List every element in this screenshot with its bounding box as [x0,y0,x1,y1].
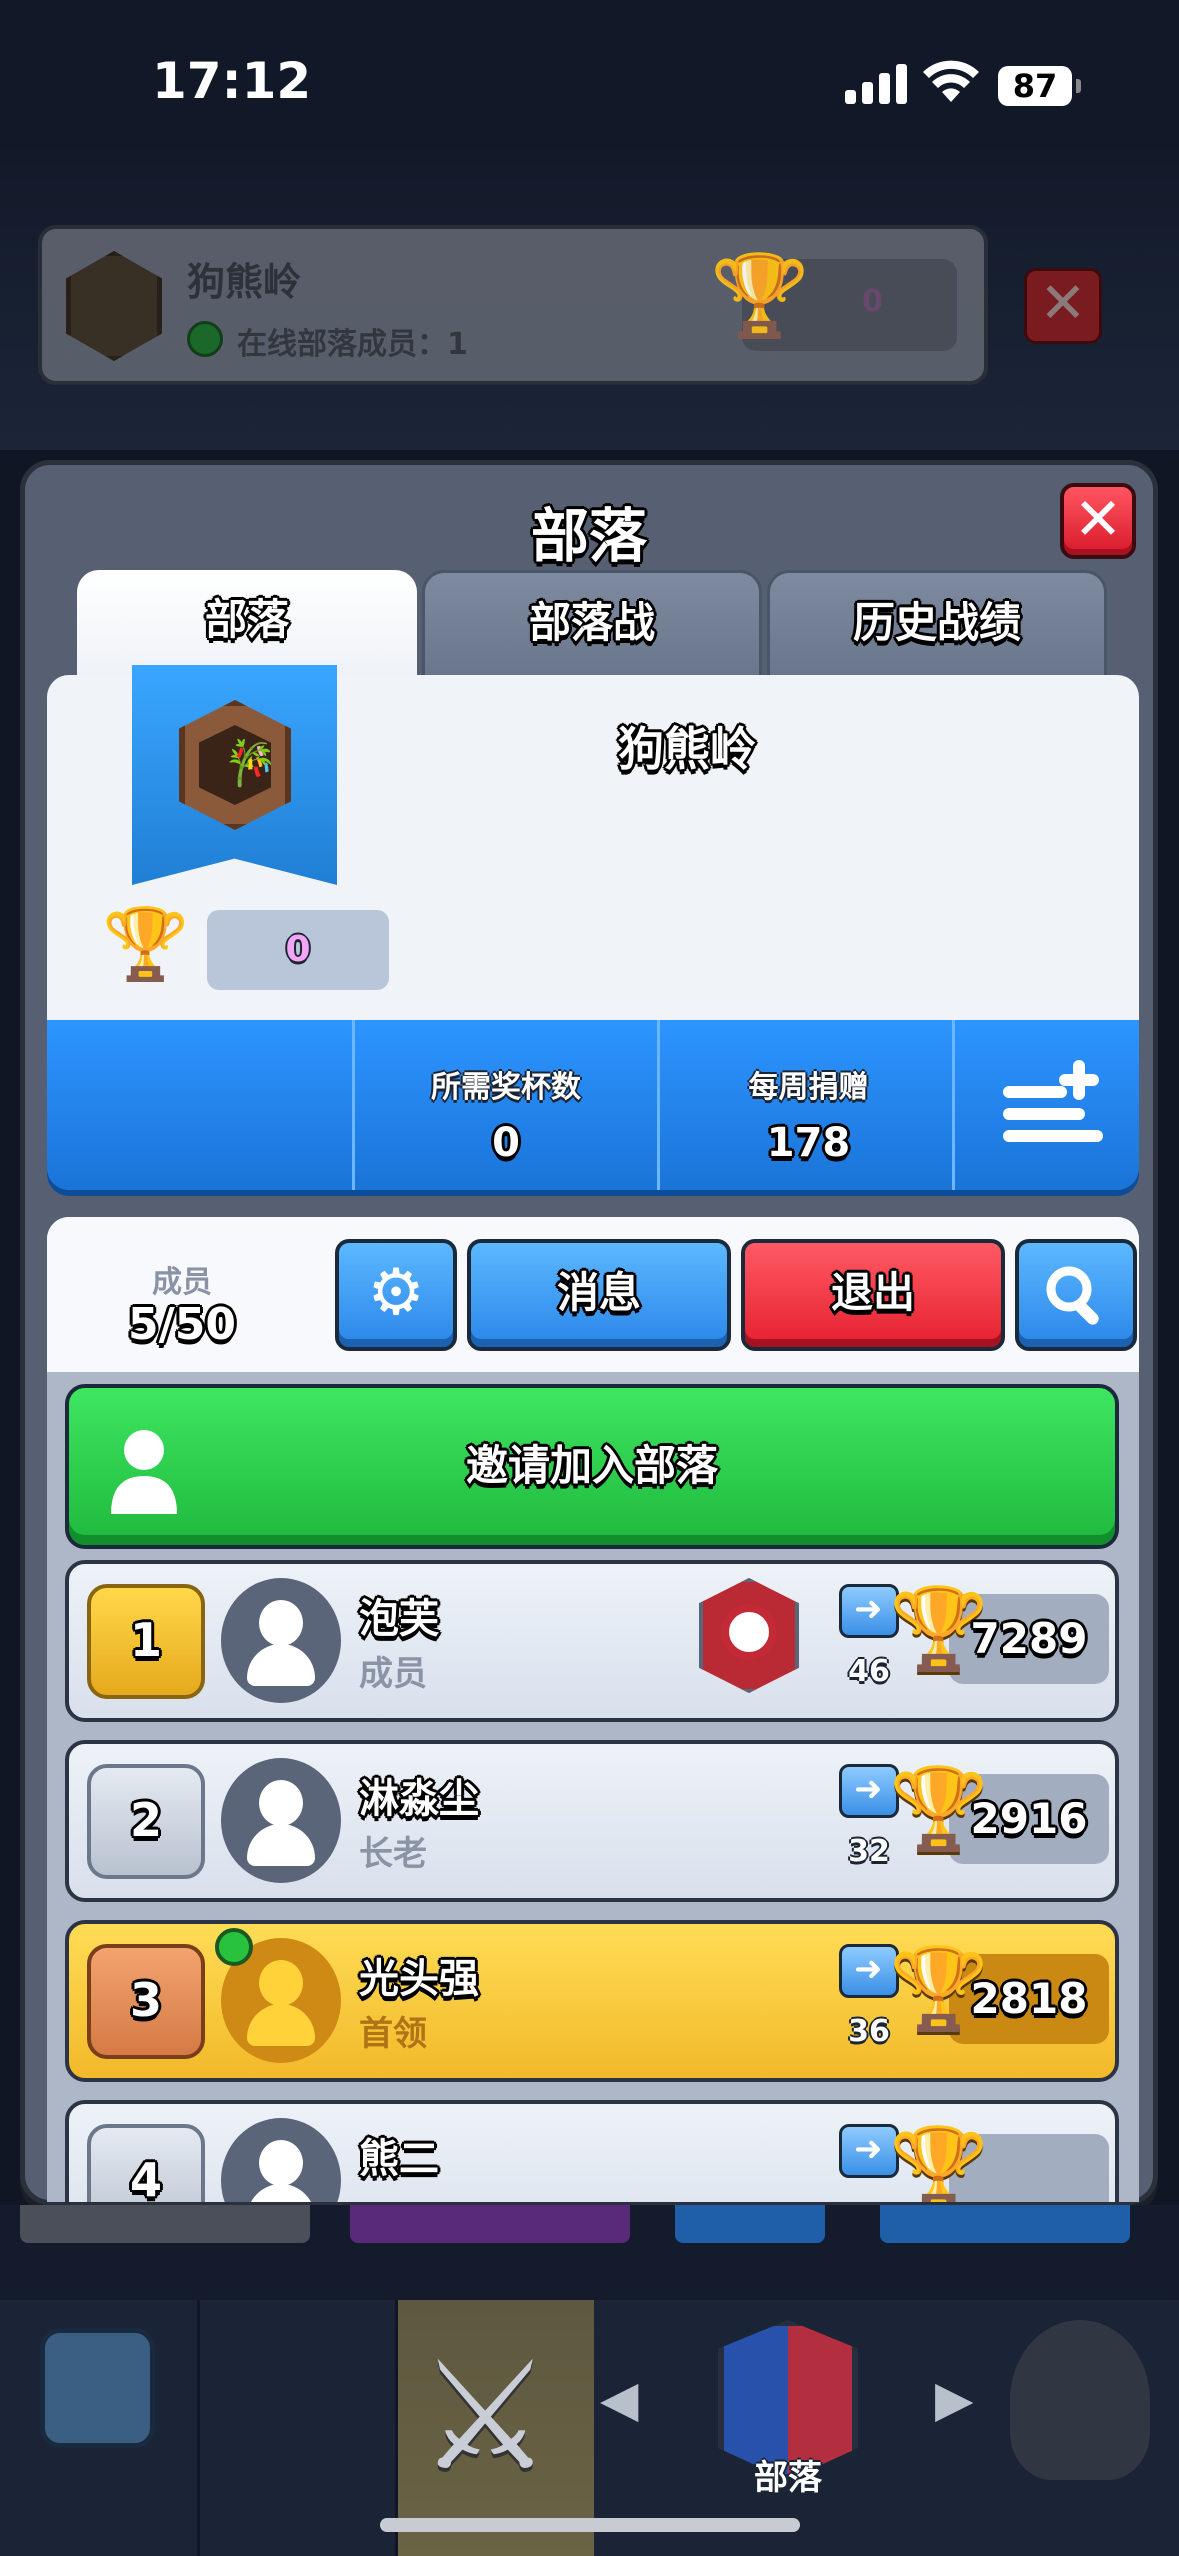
invite-button[interactable]: 邀请加入部落 [65,1384,1119,1549]
nav-cards[interactable]: 8 [200,2300,576,2556]
online-status-icon [215,1928,253,1966]
modal-title: 部落 [530,502,647,570]
online-dot-icon [187,321,223,357]
battery-indicator: 87 [998,66,1081,106]
trophy-icon: 🏆 [102,903,190,985]
member-trophies: 2818 [970,1974,1088,2023]
stat-weekly-donations: 每周捐赠 178 [657,1020,957,1190]
tab-clan-war[interactable]: 部落战 [422,570,762,680]
avatar [221,1578,341,1703]
member-rank: 1 [87,1584,205,1699]
member-trophies: 7289 [970,1614,1088,1663]
member-role: 首领 [359,2014,427,2054]
chevron-left-icon[interactable]: ◀ [600,2370,638,2428]
wifi-icon [923,60,979,102]
member-name: 熊二 [359,2136,439,2182]
member-row[interactable]: 1 泡芙 成员 46 🏆 7289 [65,1560,1119,1722]
signal-icon [845,62,907,104]
settings-button[interactable]: ⚙ [335,1239,457,1351]
members-count: 5/50 [128,1299,236,1350]
member-name: 淋淼尘 [359,1776,479,1822]
tab-history[interactable]: 历史战绩 [767,570,1107,680]
nav-events[interactable] [985,2300,1179,2556]
avatar [221,1758,341,1883]
nav-shop[interactable] [0,2300,200,2556]
helmet-icon [1010,2320,1150,2480]
member-row[interactable]: 2 淋淼尘 长老 32 🏆 2916 [65,1740,1119,1902]
background-close-icon: ✕ [1024,268,1102,344]
clan-name: 狗熊岭 [618,722,756,776]
tab-bar: 部落 部落战 历史战绩 [77,570,1137,680]
gear-icon: ⚙ [367,1256,425,1330]
background-strip [0,2205,1179,2300]
status-time: 17:12 [152,52,312,110]
member-row-self[interactable]: 3 光头强 首领 36 🏆 2818 [65,1920,1119,2082]
clan-badge-icon [66,251,162,361]
status-bar: 17:12 87 [0,0,1179,150]
member-rank: 3 [87,1944,205,2059]
trophy-icon: 🏆 [889,2122,989,2202]
avatar [221,2118,341,2202]
tab-clan[interactable]: 部落 [77,570,417,680]
member-trophies: 2916 [970,1794,1088,1843]
background-clan-bar: 狗熊岭 在线部落成员：1 🏆 0 [38,225,988,385]
clan-stats-bar: 所需奖杯数 0 每周捐赠 178 [47,1020,1139,1190]
member-role: 成员 [359,1654,427,1694]
background-online-text: 在线部落成员：1 [237,327,468,362]
search-icon [1046,1266,1099,1325]
home-indicator[interactable] [380,2518,800,2532]
members-panel: 成员 5/50 ⚙ 消息 退出 邀请加入部落 1 泡芙 成员 ➜ 46 🏆 72… [47,1217,1139,2202]
member-rank: 2 [87,1764,205,1879]
members-label: 成员 [152,1265,212,1300]
close-button[interactable]: ✕ [1060,483,1136,559]
trophy-icon: 🏆 [710,249,810,342]
nav-clan-label: 部落 [754,2458,822,2498]
clan-info-menu-icon[interactable] [999,1056,1109,1146]
clan-modal: 部落 ✕ 部落 部落战 历史战绩 🎋 狗熊岭 🏆 0 所需奖杯数 0 每周捐赠 … [20,460,1158,2205]
member-name: 泡芙 [359,1596,439,1642]
crossed-swords-icon: ⚔ [418,2330,553,2504]
member-rank: 4 [87,2124,205,2202]
chest-icon [40,2328,155,2448]
background-clan-name: 狗熊岭 [187,260,302,304]
message-button[interactable]: 消息 [467,1239,731,1351]
chevron-right-icon[interactable]: ▶ [935,2370,973,2428]
members-header: 成员 5/50 ⚙ 消息 退出 [47,1217,1139,1372]
background-trophy-value: 0 [862,284,883,319]
leave-button[interactable]: 退出 [741,1239,1005,1351]
stat-required-trophies: 所需奖杯数 0 [352,1020,657,1190]
member-role: 长老 [359,1834,427,1874]
members-list: 邀请加入部落 1 泡芙 成员 46 🏆 7289 2 淋淼尘 [47,1372,1139,2202]
clan-trophy-value: 0 [207,910,389,990]
member-row[interactable]: 4 熊二 🏆 [65,2100,1119,2202]
member-name: 光头强 [359,1956,479,2002]
search-button[interactable] [1015,1239,1137,1351]
clan-info-card: 🎋 狗熊岭 🏆 0 [47,665,1139,1030]
